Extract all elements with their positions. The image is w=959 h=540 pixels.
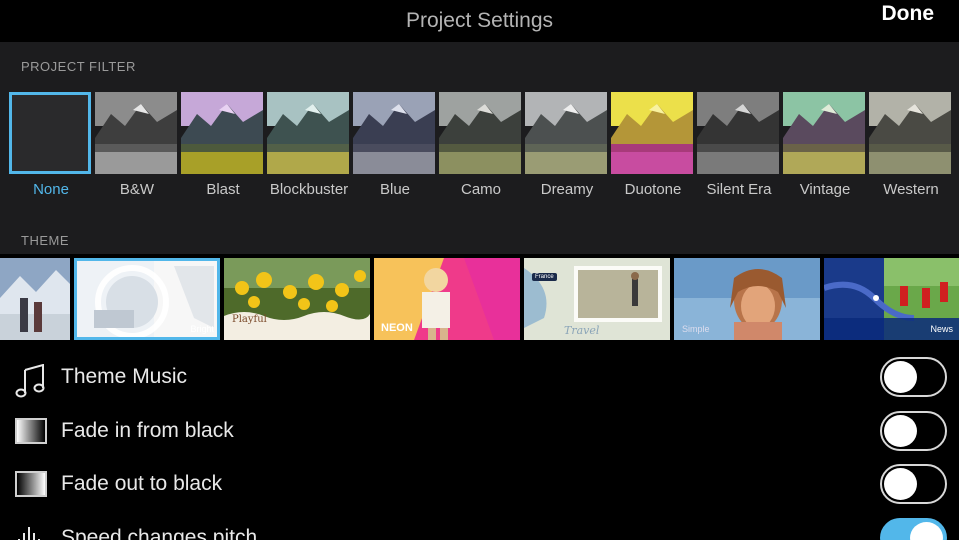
theme-music-toggle[interactable]	[880, 357, 947, 397]
done-button[interactable]: Done	[882, 2, 935, 26]
fade-out-toggle[interactable]	[880, 464, 947, 504]
filter-thumbnail	[439, 92, 521, 174]
filter-thumbnail	[697, 92, 779, 174]
filter-silent-era[interactable]: Silent Era	[697, 92, 781, 198]
theme-name: Playful	[232, 314, 267, 325]
filter-thumbnail	[95, 92, 177, 174]
filter-camo[interactable]: Camo	[439, 92, 523, 198]
filter-none[interactable]: None	[9, 92, 93, 198]
filter-thumbnail	[267, 92, 349, 174]
filter-duotone[interactable]: Duotone	[611, 92, 695, 198]
filter-blockbuster[interactable]: Blockbuster	[267, 92, 351, 198]
toggle-knob	[884, 468, 917, 500]
waveform-icon	[15, 525, 47, 540]
setting-label: Theme Music	[61, 365, 188, 388]
filter-label: Western	[883, 181, 939, 198]
filter-dreamy[interactable]: Dreamy	[525, 92, 609, 198]
theme-tag: France	[532, 273, 557, 281]
theme-header: THEME	[0, 214, 959, 254]
theme-name: Simple	[682, 324, 710, 334]
toggle-knob	[910, 522, 943, 540]
filter-thumbnail	[353, 92, 435, 174]
theme-modern[interactable]	[0, 258, 70, 340]
toggle-knob	[884, 361, 917, 393]
theme-news[interactable]: News	[824, 258, 959, 340]
setting-label: Speed changes pitch	[61, 526, 258, 540]
filter-thumbnail	[9, 92, 91, 174]
filter-thumbnail	[611, 92, 693, 174]
theme-neon[interactable]: NEON	[374, 258, 520, 340]
toggle-knob	[884, 415, 917, 447]
theme-name: NEON	[381, 322, 413, 334]
theme-travel[interactable]: France Travel	[524, 258, 670, 340]
speed-pitch-toggle[interactable]	[880, 518, 947, 540]
setting-label: Fade out to black	[61, 472, 223, 495]
filter-western[interactable]: Western	[869, 92, 953, 198]
theme-name: Bright	[190, 324, 214, 334]
theme-bright[interactable]: Bright	[74, 258, 220, 340]
filter-thumbnail	[869, 92, 951, 174]
music-note-icon	[15, 363, 47, 398]
setting-row-speed-pitch: Speed changes pitch	[0, 513, 959, 540]
theme-name: News	[930, 324, 953, 334]
filter-thumbnail	[525, 92, 607, 174]
theme-simple[interactable]: Simple	[674, 258, 820, 340]
setting-row-fade-out: Fade out to black	[0, 459, 959, 512]
filter-strip[interactable]: None B&W Blast Blockbuster Blue Camo Dre…	[0, 80, 959, 214]
filter-blast[interactable]: Blast	[181, 92, 265, 198]
fade-in-toggle[interactable]	[880, 411, 947, 451]
fade-in-icon	[15, 418, 47, 446]
filter-thumbnail	[783, 92, 865, 174]
setting-row-theme-music: Theme Music	[0, 352, 959, 405]
project-filter-header: PROJECT FILTER	[0, 42, 959, 80]
theme-name: Travel	[564, 324, 600, 337]
filter-thumbnail	[181, 92, 263, 174]
page-title: Project Settings	[405, 9, 554, 32]
setting-label: Fade in from black	[61, 419, 234, 442]
theme-strip[interactable]: Bright Playful NEON France Travel Simple…	[0, 254, 959, 346]
filter-vintage[interactable]: Vintage	[783, 92, 867, 198]
filter-blue[interactable]: Blue	[353, 92, 437, 198]
setting-row-fade-in: Fade in from black	[0, 406, 959, 459]
filter-bw[interactable]: B&W	[95, 92, 179, 198]
fade-out-icon	[15, 471, 47, 499]
nav-bar: Project Settings Done	[0, 0, 959, 42]
theme-playful[interactable]: Playful	[224, 258, 370, 340]
